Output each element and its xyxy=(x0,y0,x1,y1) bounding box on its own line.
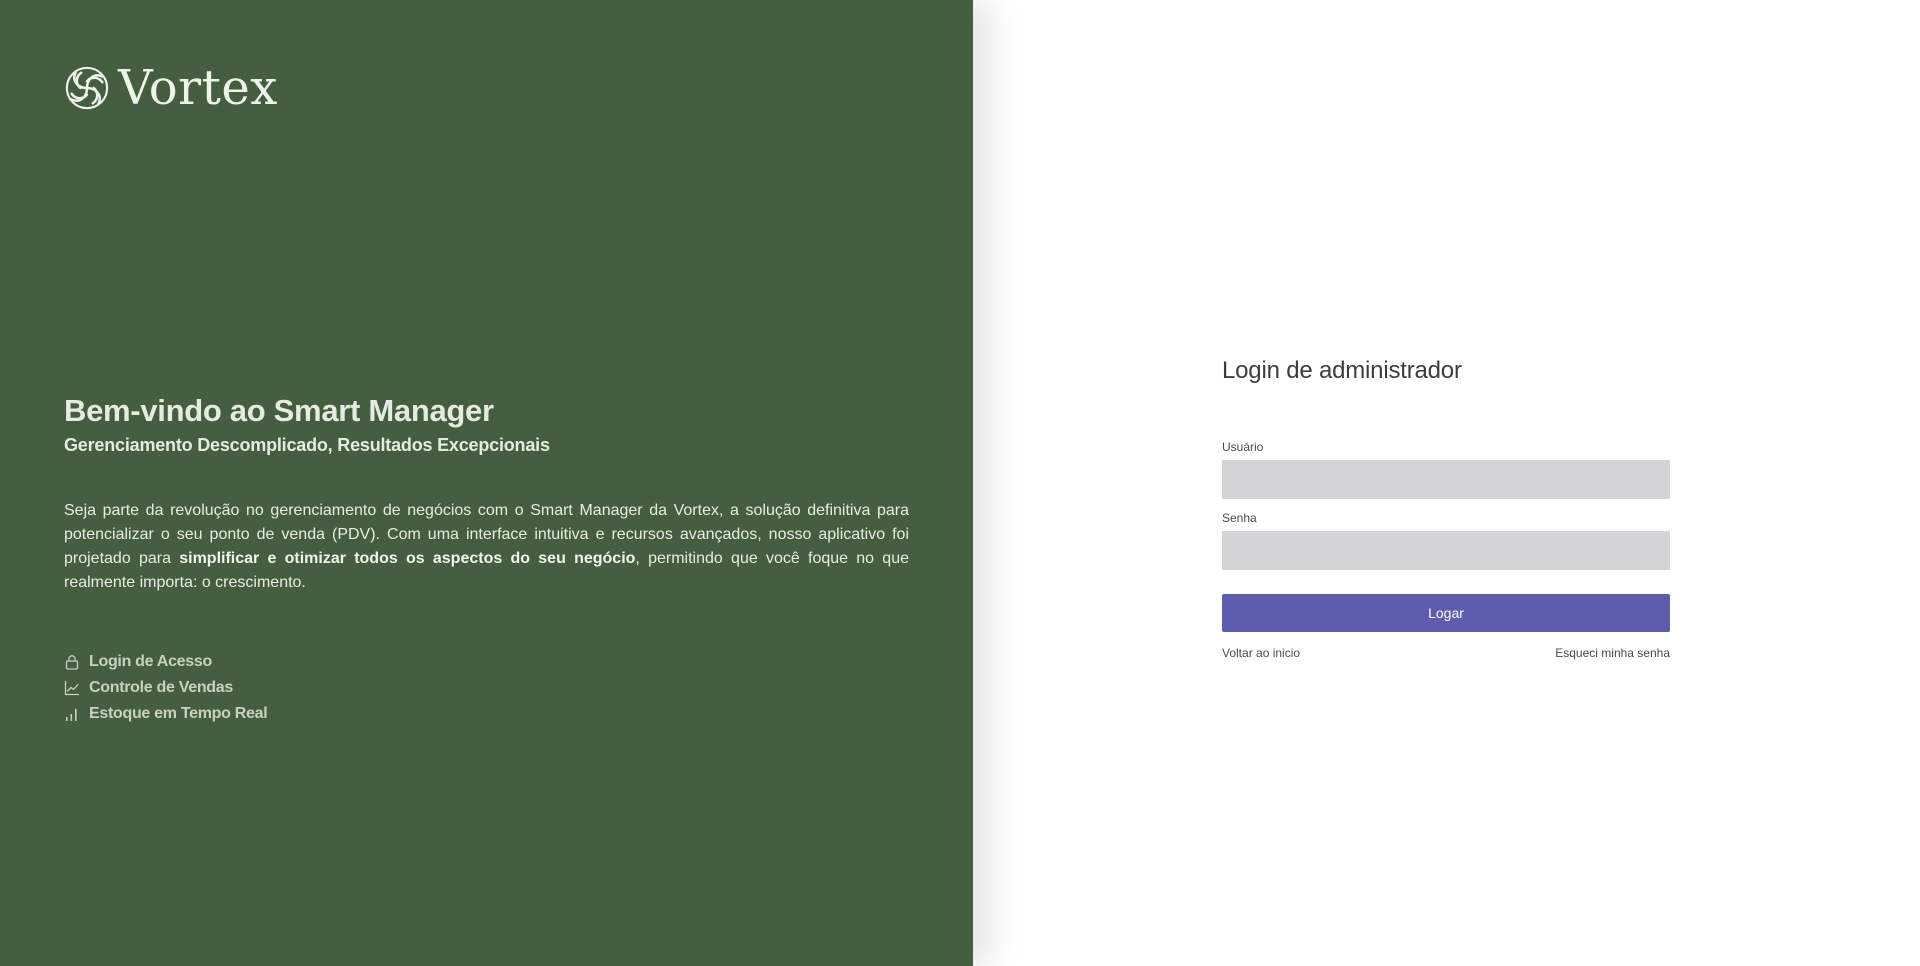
welcome-subtitle: Gerenciamento Descomplicado, Resultados … xyxy=(64,435,550,455)
description-highlight: simplificar e otimizar todos os aspectos… xyxy=(179,550,636,567)
welcome-description: Seja parte da revolução no gerenciamento… xyxy=(64,499,909,595)
feature-item-sales: Controle de Vendas xyxy=(64,675,267,701)
vortex-swirl-icon xyxy=(65,66,109,110)
login-panel: Login de administrador Usuário Senha Log… xyxy=(973,0,1920,966)
password-label: Senha xyxy=(1222,511,1257,525)
brand-logo: Vortex xyxy=(64,64,278,112)
login-page: Vortex Bem-vindo ao Smart Manager Gerenc… xyxy=(0,0,1920,966)
feature-label: Login de Acesso xyxy=(89,653,212,670)
feature-label: Controle de Vendas xyxy=(89,679,233,696)
welcome-title: Bem-vindo ao Smart Manager xyxy=(64,393,494,428)
signal-bars-icon xyxy=(66,709,77,721)
login-button[interactable]: Logar xyxy=(1222,594,1670,632)
lock-icon xyxy=(65,655,79,670)
forgot-password-link[interactable]: Esqueci minha senha xyxy=(1555,646,1670,660)
login-title: Login de administrador xyxy=(1222,357,1462,384)
feature-label: Estoque em Tempo Real xyxy=(89,705,268,722)
form-links: Voltar ao inicio Esqueci minha senha xyxy=(1222,646,1670,660)
back-to-home-link[interactable]: Voltar ao inicio xyxy=(1222,646,1300,660)
feature-item-stock: Estoque em Tempo Real xyxy=(64,701,268,727)
password-input[interactable] xyxy=(1222,531,1670,570)
welcome-panel: Vortex Bem-vindo ao Smart Manager Gerenc… xyxy=(0,0,973,966)
feature-list: Login de Acesso Controle de Vendas Estoq… xyxy=(64,649,268,727)
feature-item-login: Login de Acesso xyxy=(64,649,267,675)
login-form: Login de administrador Usuário Senha Log… xyxy=(1222,357,1670,660)
line-chart-icon xyxy=(64,680,80,696)
username-label: Usuário xyxy=(1222,440,1264,454)
username-input[interactable] xyxy=(1222,460,1670,499)
brand-name: Vortex xyxy=(118,60,278,116)
